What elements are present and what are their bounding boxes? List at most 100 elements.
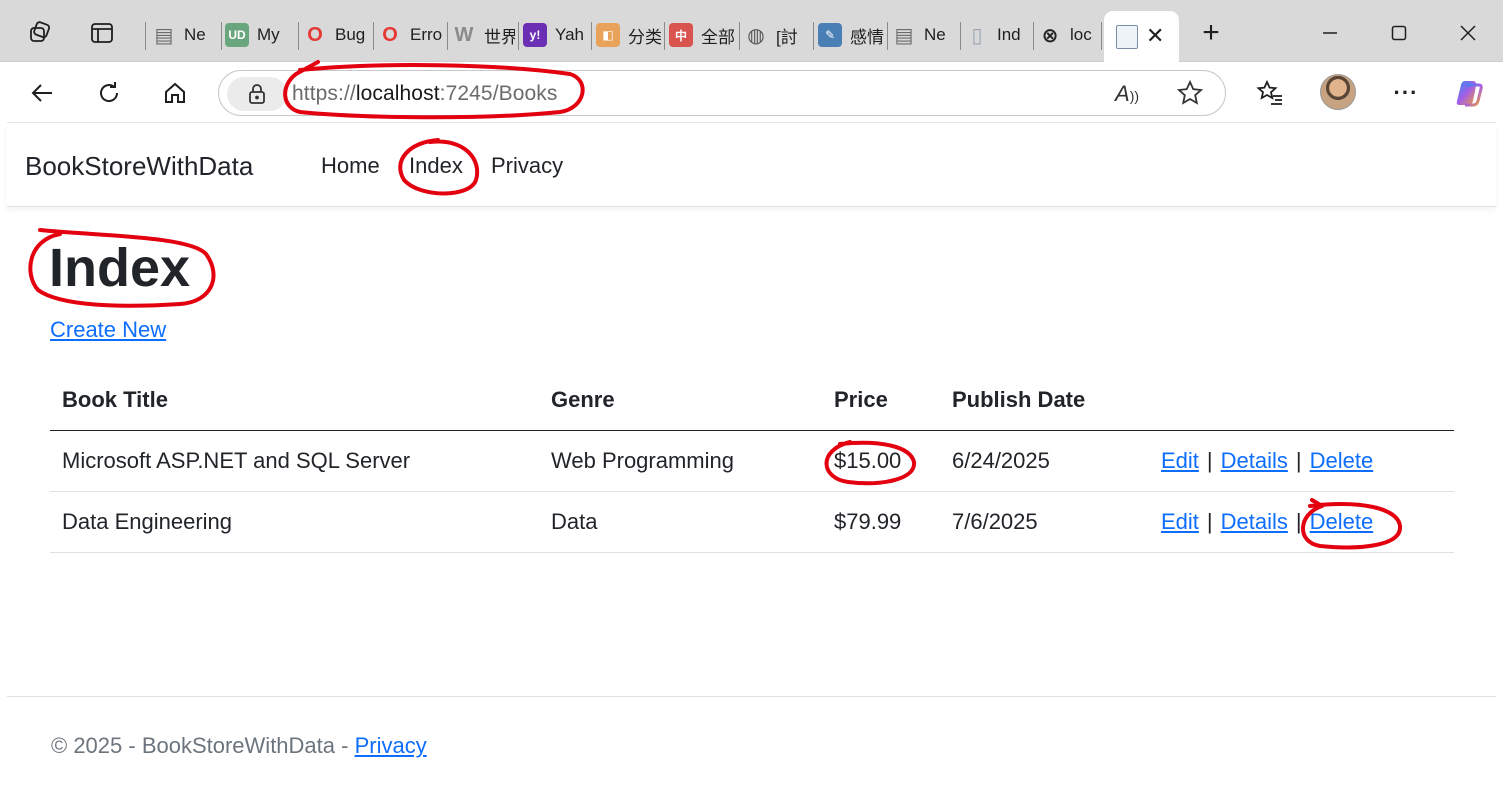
browser-tab[interactable]: 中全部 [669, 18, 736, 52]
tab-separator [813, 22, 814, 50]
new-tab-icon[interactable]: + [1196, 16, 1226, 49]
tab-separator [591, 22, 592, 50]
column-header-book-title: Book Title [62, 386, 168, 412]
tab-separator [739, 22, 740, 50]
tab-title: 感情 [850, 27, 884, 47]
cell-publish-date: 7/6/2025 [952, 509, 1038, 534]
opera-icon: O [382, 23, 398, 46]
url-host: localhost [355, 82, 440, 105]
cell-genre: Data [551, 509, 598, 534]
plug-icon: ◧ [596, 23, 620, 47]
favorites-icon[interactable] [1253, 76, 1287, 110]
browser-tab[interactable]: ◍ [討 [744, 18, 810, 52]
edit-link[interactable]: Edit [1161, 448, 1199, 474]
browser-tab[interactable]: W 世界 [452, 18, 515, 52]
tab-title: Ind [997, 25, 1021, 44]
row-actions: Edit | Details | Delete [1161, 431, 1373, 491]
table-row: Microsoft ASP.NET and SQL Server Web Pro… [50, 431, 1454, 492]
tab-separator [298, 22, 299, 50]
close-window-icon[interactable] [1453, 18, 1483, 48]
page-title: Index [49, 238, 191, 298]
action-separator: | [1295, 448, 1302, 473]
tab-title: Ne [924, 25, 946, 44]
browser-tab[interactable]: ✎ 感情 [818, 18, 884, 52]
und-icon: UD [225, 23, 249, 47]
column-header-genre: Genre [551, 386, 615, 412]
close-tab-icon[interactable]: ✕ [1146, 23, 1164, 49]
copilot-icon[interactable] [1452, 76, 1486, 110]
tab-separator [373, 22, 374, 50]
delete-link[interactable]: Delete [1310, 509, 1374, 535]
browser-tab[interactable]: ⊗ loc [1038, 18, 1098, 52]
favorite-star-icon[interactable] [1176, 79, 1204, 112]
tab-separator [221, 22, 222, 50]
w-icon: W [454, 23, 474, 46]
nav-link-home[interactable]: Home [321, 153, 380, 179]
address-bar[interactable]: https://localhost:7245/Books A)) [218, 70, 1226, 116]
browser-tab[interactable]: O Erro [378, 18, 444, 52]
footer-privacy-link[interactable]: Privacy [355, 733, 427, 758]
browser-toolbar: https://localhost:7245/Books A)) ··· [0, 62, 1503, 122]
url-path: :7245/Books [439, 82, 558, 105]
profile-avatar[interactable] [1320, 74, 1356, 110]
cell-book-title: Microsoft ASP.NET and SQL Server [62, 448, 411, 473]
tab-separator [887, 22, 888, 50]
tab-separator [960, 22, 961, 50]
cell-price: $79.99 [834, 509, 902, 534]
tab-separator [447, 22, 448, 50]
delete-link[interactable]: Delete [1310, 448, 1374, 474]
tab-title: Bug [335, 25, 366, 44]
browser-tab[interactable]: ◧ 分类 [596, 18, 661, 52]
minimize-icon[interactable] [1315, 18, 1345, 48]
cell-genre: Web Programming [551, 448, 734, 473]
edit-doc-icon: ✎ [818, 23, 842, 47]
nav-link-index[interactable]: Index [409, 153, 463, 179]
browser-tab[interactable]: UD My [225, 18, 295, 52]
column-header-publish-date: Publish Date [952, 386, 1086, 412]
tab-actions-icon[interactable] [88, 19, 116, 47]
browser-tab[interactable]: O Bug [303, 18, 370, 52]
home-icon[interactable] [158, 76, 192, 110]
globe-icon: ◍ [747, 24, 765, 47]
action-separator: | [1295, 509, 1302, 534]
cell-price: $15.00 [834, 448, 902, 473]
details-link[interactable]: Details [1221, 509, 1288, 535]
tab-title: Yah [555, 25, 584, 44]
maximize-icon[interactable] [1384, 18, 1414, 48]
page-icon: ▤ [894, 24, 914, 47]
refresh-icon[interactable] [92, 76, 126, 110]
browser-tab[interactable]: y! Yah [523, 18, 588, 52]
create-new-link[interactable]: Create New [50, 317, 166, 343]
site-brand[interactable]: BookStoreWithData [25, 151, 253, 182]
error-doc-icon: ⊗ [1041, 24, 1059, 47]
page-viewport: BookStoreWithData Home Index Privacy Ind… [7, 122, 1496, 792]
tab-separator [1101, 22, 1102, 50]
tab-separator [518, 22, 519, 50]
tab-title: My [257, 25, 280, 44]
site-footer: © 2025 - BookStoreWithData - Privacy [7, 696, 1496, 792]
tab-title: 全部 [701, 27, 735, 47]
edit-link[interactable]: Edit [1161, 509, 1199, 535]
tab-title: 世界 [484, 27, 515, 47]
tab-active[interactable]: ✕ [1104, 11, 1179, 63]
details-link[interactable]: Details [1221, 448, 1288, 474]
browser-tab-strip: ▤ Ne UD My O Bug O Erro W 世界 y! Yah ◧ 分类中全部 ◍ [討 ✎ 感情 ▤ Ne ▯… [0, 0, 1503, 63]
nav-link-privacy[interactable]: Privacy [491, 153, 563, 179]
browser-tab[interactable]: ▤ Ne [152, 18, 218, 52]
books-table: Book Title Genre Price Publish Date Micr… [50, 369, 1454, 553]
workspaces-icon[interactable] [26, 19, 54, 47]
url-text[interactable]: https://localhost:7245/Books [292, 82, 558, 106]
zhong-icon: 中 [669, 23, 693, 47]
action-separator: | [1206, 509, 1213, 534]
browser-tab[interactable]: ▯ Ind [965, 18, 1030, 52]
doc-icon: ▯ [971, 24, 983, 47]
site-info-button[interactable] [227, 77, 287, 111]
back-icon[interactable] [25, 76, 59, 110]
browser-tab[interactable]: ▤ Ne [892, 18, 957, 52]
column-header-price: Price [834, 386, 888, 412]
read-aloud-icon[interactable]: A)) [1115, 81, 1139, 107]
tab-separator [664, 22, 665, 50]
more-options-icon[interactable]: ··· [1389, 76, 1423, 110]
footer-text: © 2025 - BookStoreWithData - Privacy [51, 733, 427, 759]
yahoo-icon: y! [523, 23, 547, 47]
